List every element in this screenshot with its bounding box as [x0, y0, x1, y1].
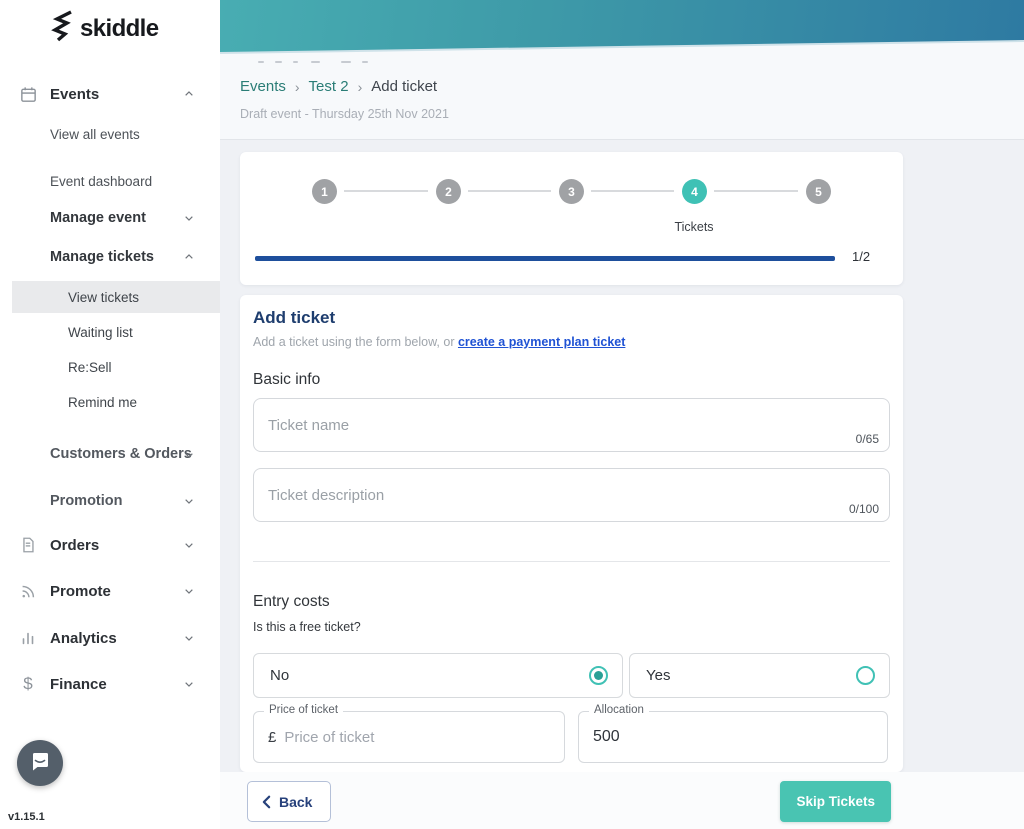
step-5[interactable]: 5 — [806, 179, 831, 204]
radio-selected-icon — [589, 666, 608, 685]
ticket-name-input[interactable] — [254, 399, 889, 437]
step-4-active[interactable]: 4 — [682, 179, 707, 204]
chevron-up-icon — [182, 250, 196, 264]
bar-chart-icon — [18, 628, 38, 648]
currency-prefix: £ — [268, 729, 276, 746]
sidebar-item-remind-me[interactable]: Remind me — [0, 386, 220, 418]
sidebar-item-promotion[interactable]: Promotion — [0, 485, 220, 517]
back-button-label: Back — [279, 794, 312, 810]
sidebar-item-finance[interactable]: $ Finance — [0, 668, 220, 700]
skip-tickets-button[interactable]: Skip Tickets — [780, 781, 891, 822]
price-input[interactable] — [284, 729, 554, 746]
step-1[interactable]: 1 — [312, 179, 337, 204]
basic-info-title: Basic info — [253, 371, 320, 389]
chevron-down-icon — [182, 494, 196, 508]
sidebar-item-label: Re:Sell — [68, 360, 220, 375]
app-version: v1.15.1 — [8, 811, 45, 823]
broadcast-icon — [18, 581, 38, 601]
sidebar-item-resell[interactable]: Re:Sell — [0, 351, 220, 383]
sidebar-item-customers-orders[interactable]: Customers & Orders — [0, 433, 220, 477]
wizard-footer: Back Skip Tickets — [220, 772, 1024, 829]
option-label: Yes — [646, 667, 856, 684]
sidebar-item-view-tickets[interactable]: View tickets — [12, 281, 220, 313]
step-3[interactable]: 3 — [559, 179, 584, 204]
dollar-icon: $ — [18, 674, 38, 694]
chat-widget-button[interactable] — [17, 740, 63, 786]
intro-text: Add a ticket using the form below, or — [253, 335, 458, 349]
allocation-input[interactable] — [593, 728, 877, 746]
step-connector — [344, 190, 428, 192]
sidebar-item-label: View tickets — [68, 290, 220, 305]
sidebar-item-label: Remind me — [68, 395, 220, 410]
skiddle-logo[interactable]: skiddle — [50, 9, 159, 48]
entry-costs-title: Entry costs — [253, 593, 330, 611]
stepper-card: 1 2 3 4 5 Tickets 1/2 — [240, 152, 903, 285]
progress-count: 1/2 — [852, 249, 870, 264]
skip-tickets-label: Skip Tickets — [796, 794, 875, 809]
active-step-label: Tickets — [654, 220, 734, 234]
chevron-down-icon — [182, 211, 196, 225]
step-connector — [468, 190, 551, 192]
chevron-down-icon — [182, 584, 196, 598]
free-ticket-question: Is this a free ticket? — [253, 620, 361, 634]
radio-unselected-icon — [856, 666, 875, 685]
form-intro: Add a ticket using the form below, or cr… — [253, 335, 625, 349]
breadcrumb: Events › Test 2 › Add ticket — [240, 78, 437, 95]
sidebar-item-label: Waiting list — [68, 325, 220, 340]
breadcrumb-separator: › — [295, 79, 300, 95]
option-label: No — [270, 667, 589, 684]
sidebar-item-events[interactable]: Events — [0, 78, 220, 110]
progress-bar — [255, 256, 835, 261]
sidebar-item-view-all-events[interactable]: View all events — [0, 118, 220, 150]
breadcrumb-event-link[interactable]: Test 2 — [309, 78, 349, 95]
breadcrumb-current: Add ticket — [371, 78, 437, 95]
ticket-description-counter: 0/100 — [849, 502, 879, 516]
sidebar-item-waiting-list[interactable]: Waiting list — [0, 316, 220, 348]
sidebar-item-analytics[interactable]: Analytics — [0, 622, 220, 654]
back-button[interactable]: Back — [247, 781, 331, 822]
ticket-description-input[interactable] — [254, 469, 889, 507]
main-content: Events › Test 2 › Add ticket Draft event… — [220, 0, 1024, 829]
sidebar-item-label: View all events — [50, 127, 220, 142]
sidebar-item-manage-tickets[interactable]: Manage tickets — [0, 241, 220, 273]
allocation-field: Allocation — [578, 711, 888, 763]
payment-plan-link[interactable]: create a payment plan ticket — [458, 335, 625, 349]
add-ticket-card: Add ticket Add a ticket using the form b… — [240, 295, 903, 772]
chevron-down-icon — [182, 677, 196, 691]
free-ticket-option-no[interactable]: No — [253, 653, 623, 698]
price-of-ticket-field: Price of ticket £ — [253, 711, 565, 763]
sidebar-item-event-dashboard[interactable]: Event dashboard — [0, 165, 220, 197]
skiddle-logo-text: skiddle — [80, 15, 159, 43]
document-icon — [18, 535, 38, 555]
page-title: Add ticket — [253, 308, 335, 328]
sidebar-item-orders[interactable]: Orders — [0, 529, 220, 561]
event-status-subtitle: Draft event - Thursday 25th Nov 2021 — [240, 107, 449, 121]
ticket-name-counter: 0/65 — [856, 432, 879, 446]
ticket-description-field: 0/100 — [253, 468, 890, 522]
calendar-icon — [18, 84, 38, 104]
chevron-left-icon — [262, 795, 271, 809]
sidebar: skiddle Events View all events Event das… — [0, 0, 220, 829]
sidebar-item-label: Event dashboard — [50, 174, 220, 189]
step-connector — [591, 190, 674, 192]
step-connector — [714, 190, 798, 192]
section-divider — [253, 561, 890, 562]
chevron-up-icon — [182, 87, 196, 101]
step-2[interactable]: 2 — [436, 179, 461, 204]
chevron-down-icon — [182, 448, 196, 462]
chat-icon — [28, 749, 52, 778]
ticket-name-field: 0/65 — [253, 398, 890, 452]
breadcrumb-separator: › — [358, 79, 363, 95]
chevron-down-icon — [182, 631, 196, 645]
free-ticket-option-yes[interactable]: Yes — [629, 653, 890, 698]
sidebar-item-manage-event[interactable]: Manage event — [0, 202, 220, 234]
chevron-down-icon — [182, 538, 196, 552]
breadcrumb-events-link[interactable]: Events — [240, 78, 286, 95]
faded-dashes — [258, 61, 368, 63]
sidebar-item-promote[interactable]: Promote — [0, 575, 220, 607]
skiddle-logo-icon — [50, 9, 76, 48]
